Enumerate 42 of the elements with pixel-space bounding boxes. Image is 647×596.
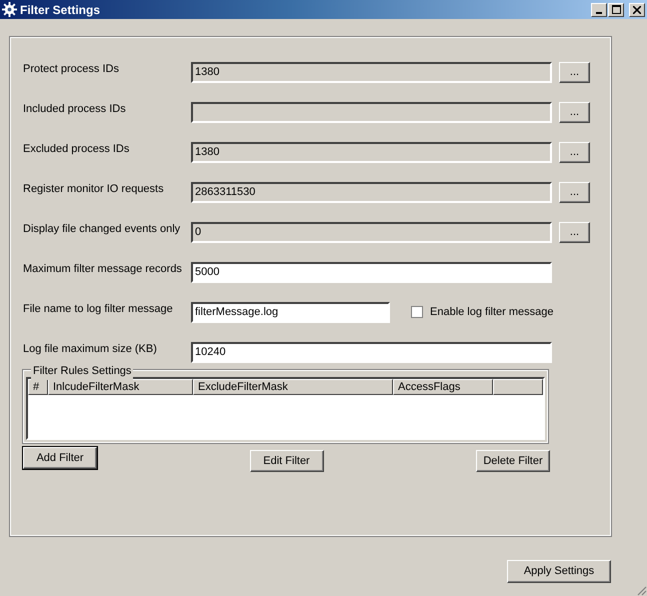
field-label: Excluded process IDs	[23, 142, 130, 157]
close-icon	[633, 6, 641, 14]
field-label: Maximum filter message records	[23, 262, 183, 277]
field-label: Register monitor IO requests	[23, 182, 165, 197]
resize-grip-icon	[635, 584, 647, 596]
minimize-icon	[596, 12, 602, 14]
browse-button[interactable]: ...	[559, 182, 590, 202]
input-field[interactable]: 0	[191, 222, 552, 242]
column-header[interactable]: #	[28, 379, 48, 395]
field-label: Log file maximum size (KB)	[23, 342, 158, 357]
input-field[interactable]	[191, 102, 552, 122]
field-label: Display file changed events only	[23, 222, 182, 237]
gear-icon	[2, 2, 17, 17]
column-header[interactable]: AccessFlags	[393, 379, 493, 395]
group-title: Filter Rules Settings	[31, 363, 134, 380]
maximize-icon	[612, 5, 620, 14]
apply-settings-button[interactable]: Apply Settings	[507, 560, 611, 583]
column-header[interactable]: InlcudeFilterMask	[48, 379, 193, 395]
input-field[interactable]: 1380	[191, 142, 552, 162]
field-label: Included process IDs	[23, 102, 127, 117]
field-label: File name to log filter message	[23, 302, 174, 317]
browse-button[interactable]: ...	[559, 62, 590, 82]
input-field[interactable]: 1380	[191, 62, 552, 82]
window-title: Filter Settings	[20, 2, 100, 18]
maximize-button[interactable]	[608, 2, 624, 16]
input-field[interactable]: filterMessage.log	[191, 302, 390, 322]
input-field[interactable]: 2863311530	[191, 182, 552, 202]
minimize-button[interactable]	[591, 2, 607, 16]
field-label: Protect process IDs	[23, 62, 120, 77]
browse-button[interactable]: ...	[559, 102, 590, 122]
close-button[interactable]	[629, 2, 645, 16]
browse-button[interactable]: ...	[559, 142, 590, 162]
filter-button[interactable]: Delete Filter	[476, 450, 550, 472]
filter-rules-list[interactable]: # InlcudeFilterMask ExcludeFilterMask AccessFlags	[26, 377, 545, 440]
browse-button[interactable]: ...	[559, 222, 590, 242]
input-field[interactable]: 5000	[191, 262, 552, 282]
filter-button[interactable]: Add Filter	[23, 447, 97, 469]
checkbox[interactable]	[411, 306, 423, 318]
filter-button[interactable]: Edit Filter	[250, 450, 324, 472]
checkbox-label: Enable log filter message	[430, 304, 554, 320]
input-field[interactable]: 10240	[191, 342, 552, 362]
column-header[interactable]: ExcludeFilterMask	[193, 379, 393, 395]
